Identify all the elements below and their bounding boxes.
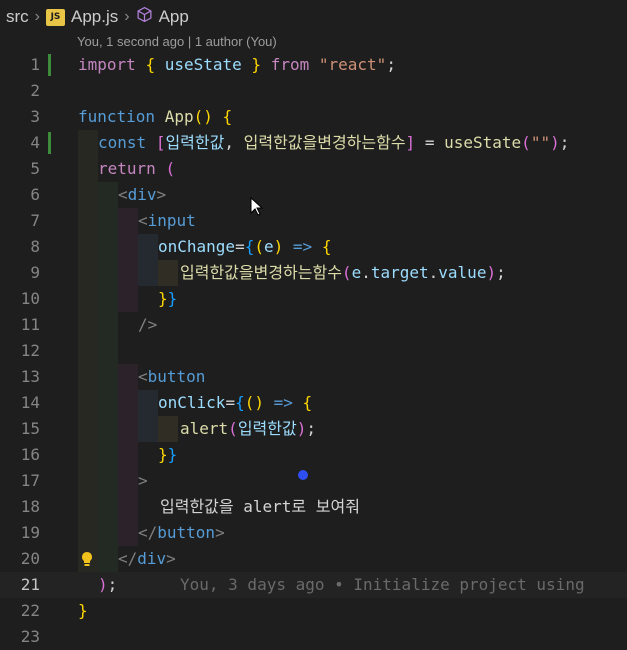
code-line-current[interactable]: 21 ); You, 3 days ago • Initialize proje… — [0, 572, 627, 598]
line-number: 16 — [20, 445, 40, 464]
code-line[interactable]: 5 return ( — [0, 156, 627, 182]
code-line[interactable]: 1 import { useState } from "react"; — [0, 52, 627, 78]
code-line[interactable]: 20 </div> — [0, 546, 627, 572]
line-number: 4 — [30, 133, 40, 152]
code-line[interactable]: 3 function App() { — [0, 104, 627, 130]
cursor-dot — [298, 470, 308, 480]
code-line[interactable]: 23 — [0, 624, 627, 650]
code-line[interactable]: 9 입력한값을변경하는함수(e.target.value); — [0, 260, 627, 286]
inline-git-blame[interactable]: You, 3 days ago • Initialize project usi… — [180, 572, 585, 598]
code-line[interactable]: 11 /> — [0, 312, 627, 338]
codelens-blame[interactable]: You, 1 second ago | 1 author (You) — [77, 34, 277, 52]
line-number: 23 — [20, 627, 40, 646]
breadcrumb-symbol[interactable]: App — [159, 7, 189, 27]
breadcrumb-folder[interactable]: src — [6, 7, 29, 27]
line-number: 18 — [20, 497, 40, 516]
code-line[interactable]: 15 alert(입력한값); — [0, 416, 627, 442]
line-number: 14 — [20, 393, 40, 412]
code-line[interactable]: 14 onClick={() => { — [0, 390, 627, 416]
code-line[interactable]: 18 입력한값을 alert로 보여줘 — [0, 494, 627, 520]
chevron-right-icon: › — [34, 8, 40, 25]
line-number: 2 — [30, 81, 40, 100]
breadcrumb: src › JS App.js › App — [0, 0, 627, 34]
code-line[interactable]: 22 } — [0, 598, 627, 624]
line-number: 22 — [20, 601, 40, 620]
line-number: 3 — [30, 107, 40, 126]
code-line[interactable]: 16 }} — [0, 442, 627, 468]
line-number: 20 — [20, 549, 40, 568]
line-number: 6 — [30, 185, 40, 204]
chevron-right-icon: › — [124, 8, 130, 25]
code-line[interactable]: 12 — [0, 338, 627, 364]
line-number: 5 — [30, 159, 40, 178]
line-number: 13 — [20, 367, 40, 386]
code-line[interactable]: 19 </button> — [0, 520, 627, 546]
line-number: 21 — [20, 575, 40, 594]
line-number: 17 — [20, 471, 40, 490]
code-line[interactable]: 13 <button — [0, 364, 627, 390]
line-number: 11 — [20, 315, 40, 334]
line-number: 8 — [30, 237, 40, 256]
line-number: 19 — [20, 523, 40, 542]
code-line[interactable]: 17 > — [0, 468, 627, 494]
cube-icon — [136, 6, 153, 28]
lightbulb-icon[interactable] — [80, 551, 94, 567]
code-line[interactable]: 7 <input — [0, 208, 627, 234]
line-number: 10 — [20, 289, 40, 308]
line-number: 15 — [20, 419, 40, 438]
code-line[interactable]: 6 <div> — [0, 182, 627, 208]
code-line[interactable]: 2 — [0, 78, 627, 104]
code-line[interactable]: 8 onChange={(e) => { — [0, 234, 627, 260]
line-number: 9 — [30, 263, 40, 282]
code-line[interactable]: 10 }} — [0, 286, 627, 312]
line-number: 7 — [30, 211, 40, 230]
mouse-pointer-icon — [250, 196, 264, 217]
code-editor[interactable]: 1 import { useState } from "react"; 2 3 … — [0, 52, 627, 646]
line-number: 1 — [30, 55, 40, 74]
line-number: 12 — [20, 341, 40, 360]
code-line[interactable]: 4 const [입력한값, 입력한값을변경하는함수] = useState("… — [0, 130, 627, 156]
breadcrumb-file[interactable]: App.js — [71, 7, 118, 27]
js-file-icon: JS — [46, 8, 65, 26]
